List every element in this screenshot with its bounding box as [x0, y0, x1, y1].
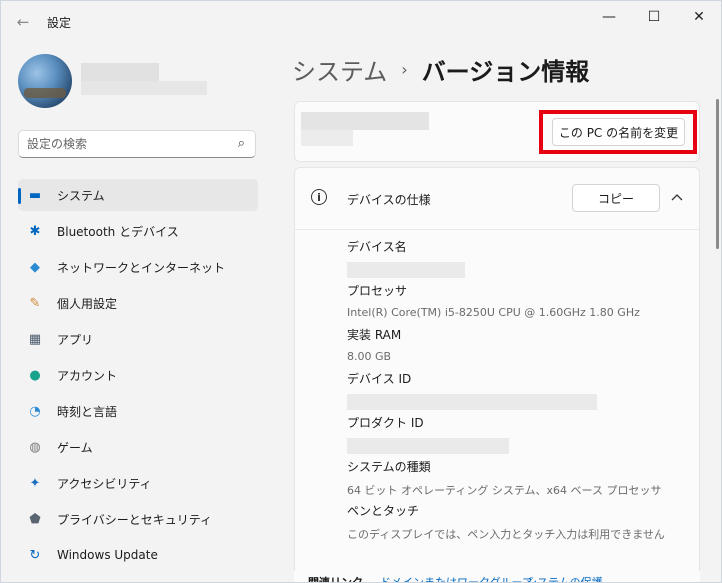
spec-row: プロダクト ID	[347, 414, 687, 458]
search-icon[interactable]: ⌕	[238, 136, 245, 151]
shield-icon: ⬟	[29, 511, 41, 527]
spec-value-redacted	[347, 438, 687, 454]
spec-row: デバイス名	[347, 238, 687, 282]
device-spec-title: デバイスの仕様	[347, 193, 431, 207]
sidebar-item-label: アプリ	[57, 332, 94, 347]
update-icon: ↻	[29, 547, 41, 563]
spec-value: 8.00 GB	[347, 350, 392, 363]
spec-row: システムの種類 64 ビット オペレーティング システム、x64 ベース プロセッ…	[347, 458, 687, 502]
sidebar-item[interactable]: ↻ Windows Update	[18, 539, 258, 571]
spec-label: ペンとタッチ	[347, 504, 420, 518]
spec-row: 実装 RAM 8.00 GB	[347, 326, 687, 370]
redacted-value	[347, 394, 597, 410]
breadcrumb-separator-icon: ›	[401, 60, 408, 79]
related-links: 関連リンク ドメインまたはワークグループ システムの保護	[294, 571, 700, 583]
search-input[interactable]	[27, 135, 227, 153]
sidebar-item[interactable]: ⬟ プライバシーとセキュリティ	[18, 503, 258, 535]
spec-row: プロセッサ Intel(R) Core(TM) i5-8250U CPU @ 1.…	[347, 282, 687, 326]
close-button[interactable]: ✕	[677, 3, 721, 31]
globe-clock-icon: ◔	[29, 403, 41, 419]
scrollbar[interactable]	[716, 99, 719, 249]
sidebar-item-label: 個人用設定	[57, 296, 118, 311]
pc-name-redacted	[301, 112, 429, 130]
related-links-title: 関連リンク	[308, 576, 363, 583]
sidebar-item[interactable]: ▦ アプリ	[18, 323, 258, 355]
device-spec-card: i デバイスの仕様 コピー デバイス名プロセッサ Intel(R) Core(TM…	[294, 167, 700, 582]
sidebar-nav: ▬ システム ✱ Bluetooth とデバイス ◆ ネットワークとインターネット ✎ 個人用…	[18, 179, 258, 575]
sidebar-item[interactable]: ● アカウント	[18, 359, 258, 391]
person-icon: ●	[29, 367, 41, 383]
pc-name-card: この PC の名前を変更	[294, 101, 700, 162]
related-link-system-protection[interactable]: システムの保護	[526, 574, 603, 582]
spec-row: ペンとタッチこのディスプレイでは、ペン入力とタッチ入力は利用できません	[347, 502, 687, 546]
title-bar: ← 設定 — ☐ ✕	[1, 1, 721, 41]
spec-value: 64 ビット オペレーティング システム、x64 ベース プロセッサ	[347, 484, 662, 497]
sidebar-item[interactable]: ◆ ネットワークとインターネット	[18, 251, 258, 283]
sidebar-item-label: アクセシビリティ	[57, 476, 152, 491]
account-email-redacted	[81, 81, 207, 95]
sidebar-item-label: 時刻と言語	[57, 404, 118, 419]
sidebar-item[interactable]: ◔ 時刻と言語	[18, 395, 258, 427]
sidebar-item-label: Bluetooth とデバイス	[57, 224, 179, 239]
sidebar-item[interactable]: ✱ Bluetooth とデバイス	[18, 215, 258, 247]
spec-row: デバイス ID	[347, 370, 687, 414]
redacted-value	[347, 262, 465, 278]
back-button[interactable]: ←	[11, 10, 35, 34]
spec-value: Intel(R) Core(TM) i5-8250U CPU @ 1.60GHz…	[347, 306, 640, 319]
minimize-button[interactable]: —	[587, 3, 631, 31]
spec-label: プロセッサ	[347, 284, 408, 298]
maximize-button[interactable]: ☐	[632, 3, 676, 31]
sidebar-item-label: システム	[57, 188, 105, 203]
sidebar-item[interactable]: ◍ ゲーム	[18, 431, 258, 463]
breadcrumb-parent[interactable]: システム	[292, 52, 387, 87]
sidebar-item[interactable]: ✎ 個人用設定	[18, 287, 258, 319]
gamepad-icon: ◍	[29, 439, 41, 455]
sidebar-item[interactable]: ▬ システム	[18, 179, 258, 211]
redacted-value	[347, 438, 509, 454]
pc-model-redacted	[301, 130, 353, 146]
monitor-icon: ▬	[28, 187, 42, 203]
back-arrow-icon: ←	[16, 13, 30, 31]
spec-value-redacted	[347, 394, 687, 410]
device-spec-list: デバイス名プロセッサ Intel(R) Core(TM) i5-8250U CPU…	[347, 238, 687, 546]
chevron-up-icon[interactable]	[671, 190, 683, 204]
settings-search[interactable]: ⌕	[18, 130, 256, 158]
spec-label: システムの種類	[347, 460, 431, 474]
spec-label: デバイス ID	[347, 372, 412, 386]
brush-icon: ✎	[29, 295, 41, 311]
maximize-icon: ☐	[647, 9, 661, 25]
apps-icon: ▦	[28, 331, 42, 347]
rename-pc-button[interactable]: この PC の名前を変更	[552, 118, 685, 146]
info-icon: i	[311, 189, 327, 205]
page-title: バージョン情報	[421, 58, 590, 86]
settings-window: ← 設定 — ☐ ✕ ⌕ ▬ システム ✱ Bluetooth とデバイス ◆ ネットワー…	[0, 0, 722, 583]
spec-label: 実装 RAM	[347, 328, 402, 342]
close-icon: ✕	[693, 9, 705, 25]
avatar[interactable]	[18, 54, 72, 108]
spec-label: プロダクト ID	[347, 416, 424, 430]
spec-value: このディスプレイでは、ペン入力とタッチ入力は利用できません	[347, 528, 665, 541]
spec-value-redacted	[347, 262, 687, 278]
device-spec-header[interactable]: i デバイスの仕様 コピー	[295, 168, 699, 230]
window-title: 設定	[47, 16, 72, 30]
sidebar-item-label: プライバシーとセキュリティ	[57, 512, 213, 527]
spec-label: デバイス名	[347, 240, 407, 254]
minimize-icon: —	[602, 9, 616, 25]
related-link-domain[interactable]: ドメインまたはワークグループ	[380, 574, 533, 582]
sidebar-item-label: アカウント	[57, 368, 118, 383]
sidebar-item-label: ゲーム	[57, 440, 93, 455]
sidebar-item-label: ネットワークとインターネット	[57, 260, 226, 275]
sidebar-item-label: Windows Update	[57, 548, 158, 562]
copy-button[interactable]: コピー	[572, 184, 660, 212]
bluetooth-icon: ✱	[29, 223, 41, 239]
sidebar-item[interactable]: ✦ アクセシビリティ	[18, 467, 258, 499]
account-name-redacted	[81, 63, 159, 81]
breadcrumb: システム › バージョン情報	[292, 52, 589, 87]
accessibility-icon: ✦	[29, 475, 41, 491]
wifi-icon: ◆	[30, 259, 40, 275]
